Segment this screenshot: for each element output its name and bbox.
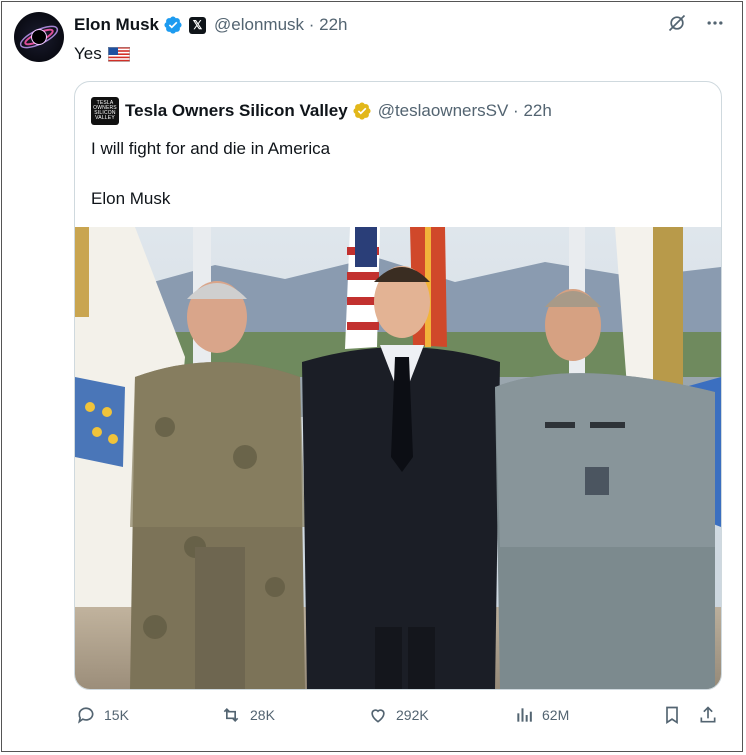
like-count: 292K [396,707,429,723]
tweet-text: Yes [74,44,130,64]
reply-icon [76,705,96,725]
like-button[interactable]: 292K [368,705,429,725]
quote-line-1: I will fight for and die in America [91,139,331,158]
author-handle-time[interactable]: @elonmusk · 22h [214,15,348,35]
author-name[interactable]: Elon Musk [74,15,159,35]
quote-header: TESLA OWNERS SILICON VALLEY Tesla Owners… [91,96,552,126]
us-flag-emoji-icon [107,46,130,62]
quote-avatar[interactable]: TESLA OWNERS SILICON VALLEY [91,97,119,125]
x-logo-icon: 𝕏 [189,16,207,34]
quoted-tweet[interactable]: TESLA OWNERS SILICON VALLEY Tesla Owners… [74,81,722,690]
reply-count: 15K [104,707,129,723]
share-button[interactable] [698,705,718,725]
bookmark-icon [662,705,682,725]
repost-icon [220,705,242,725]
verified-badge-icon [163,15,183,35]
quote-handle-time[interactable]: @teslaownersSV · 22h [378,101,552,121]
quote-avatar-text: VALLEY [95,115,115,121]
quote-author-name[interactable]: Tesla Owners Silicon Valley [125,101,348,121]
quote-photo[interactable] [75,227,721,690]
repost-count: 28K [250,707,275,723]
views-icon [514,705,534,725]
repost-button[interactable]: 28K [220,705,275,725]
views-button[interactable]: 62M [514,705,569,725]
quote-text: I will fight for and die in America Elon… [91,136,330,211]
verified-gold-badge-icon [352,101,372,121]
share-icon [698,705,718,725]
heart-icon [368,705,388,725]
views-count: 62M [542,707,570,723]
top-actions [666,12,726,34]
tweet-header: Elon Musk 𝕏 @elonmusk · 22h [74,14,348,36]
quote-line-2: Elon Musk [91,189,171,208]
action-bar: 15K 28K 292K 62M [74,705,724,731]
bookmark-button[interactable] [662,705,682,725]
reply-button[interactable]: 15K [76,705,129,725]
author-avatar[interactable] [14,12,64,62]
tweet-body: Yes [74,44,102,63]
grok-icon[interactable] [666,12,688,34]
more-icon[interactable] [704,12,726,34]
